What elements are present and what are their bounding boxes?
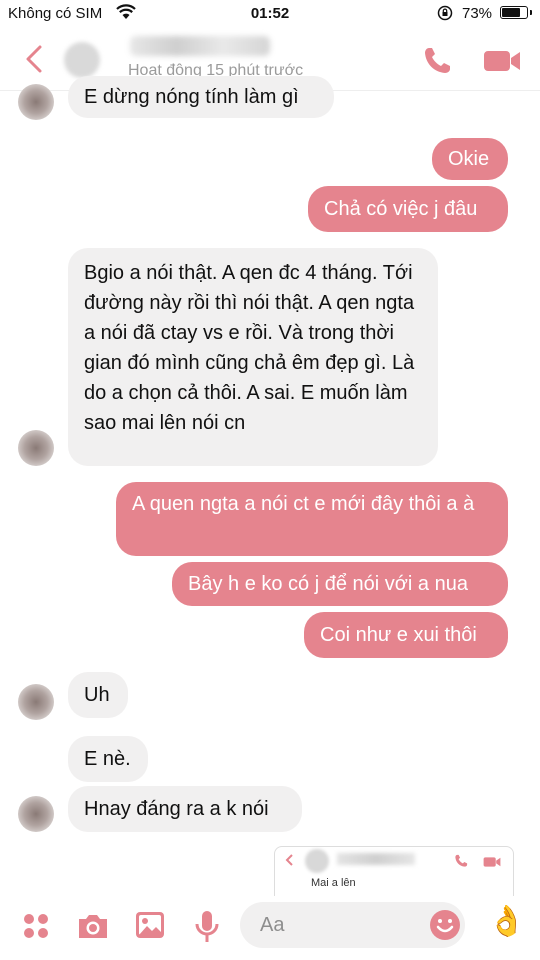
message-outgoing: Okie [432,138,508,180]
message-incoming: E dừng nóng tính làm gì [68,76,334,118]
message-input-placeholder: Aa [260,914,285,936]
contact-avatar-small[interactable] [18,84,54,120]
message-outgoing: Coi như e xui thôi [304,612,508,658]
message-incoming: Bgio a nói thật. A qen đc 4 tháng. Tới đ… [68,248,438,466]
message-input[interactable]: Aa [240,902,465,948]
message-incoming: Hnay đáng ra a k nói [68,786,302,832]
emoji-icon[interactable] [429,909,461,941]
embedded-message-text: Mai a lên [311,877,356,889]
contact-avatar-small[interactable] [18,796,54,832]
composer-bar: Aa 👌 [0,896,540,960]
message-incoming: E nè. [68,736,148,782]
menu-dots-icon[interactable] [22,912,50,940]
back-icon [285,854,293,866]
microphone-icon[interactable] [194,910,220,944]
photo-icon[interactable] [134,910,166,940]
back-icon[interactable] [18,42,52,76]
phone-icon [455,854,468,867]
message-incoming: Uh [68,672,128,718]
contact-avatar-small[interactable] [18,430,54,466]
message-outgoing: Bây h e ko có j để nói với a nua [172,562,508,606]
video-call-icon[interactable] [482,46,522,76]
phone-icon[interactable] [420,44,454,78]
status-bar: Không có SIM 01:52 73% [0,0,540,28]
message-outgoing: A quen ngta a nói ct e mới đây thôi a à [116,482,508,556]
contact-avatar [305,849,329,873]
embedded-screenshot: Mai a lên [274,846,514,897]
battery-percent: 73% [462,5,493,22]
rotation-lock-icon [437,5,453,21]
contact-name-blurred [337,853,415,865]
ok-hand-icon[interactable]: 👌 [488,904,525,944]
contact-avatar[interactable] [64,42,100,78]
battery-icon [500,6,532,19]
clock: 01:52 [250,5,290,22]
camera-icon[interactable] [76,912,110,940]
message-outgoing: Chả có việc j đâu [308,186,508,232]
contact-name-blurred[interactable] [130,36,270,56]
contact-avatar-small[interactable] [18,684,54,720]
video-call-icon [483,857,501,867]
